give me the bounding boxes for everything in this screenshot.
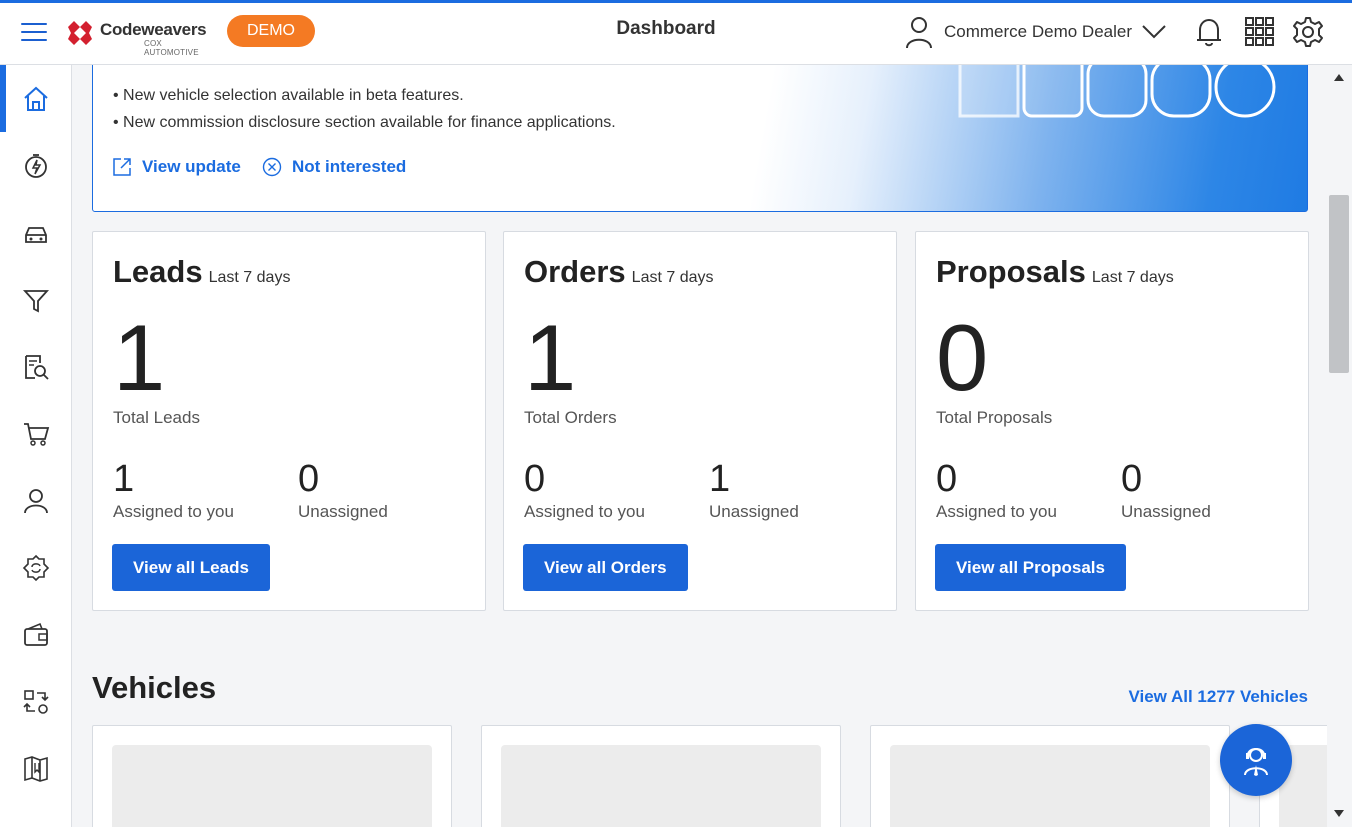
lightning-gauge-icon xyxy=(25,153,47,178)
scroll-up-arrow-icon[interactable] xyxy=(1334,74,1344,81)
car-icon xyxy=(25,226,47,243)
unassigned-label: Unassigned xyxy=(709,502,799,521)
unassigned-count: 1 xyxy=(709,458,731,500)
codeweavers-logo[interactable]: Codeweavers COX AUTOMOTIVE xyxy=(66,17,216,57)
app-grid-icon[interactable] xyxy=(1244,16,1276,48)
sidebar-item-vehicles[interactable] xyxy=(0,199,72,266)
card-title: Proposals Last 7 days xyxy=(936,254,1174,290)
view-all-orders-button[interactable]: View all Orders xyxy=(523,544,688,591)
leads-card: Leads Last 7 days 1 Total Leads 1 Assigne… xyxy=(92,231,486,611)
banner-line-2: • New commission disclosure section avai… xyxy=(113,114,616,131)
sidebar-item-home[interactable] xyxy=(0,65,72,132)
vehicle-image-placeholder xyxy=(890,745,1210,827)
sidebar-item-performance[interactable] xyxy=(0,132,72,199)
vehicles-section-title: Vehicles xyxy=(92,670,217,705)
close-circle-icon xyxy=(262,157,282,177)
unassigned-count: 0 xyxy=(298,458,320,500)
map-icon xyxy=(24,755,48,782)
total-count: 1 xyxy=(113,305,166,410)
view-update-label: View update xyxy=(142,157,241,176)
page-title: Dashboard xyxy=(616,18,716,39)
unassigned-label: Unassigned xyxy=(298,502,388,521)
orders-card: Orders Last 7 days 1 Total Orders 0 Assig… xyxy=(503,231,897,611)
assigned-label: Assigned to you xyxy=(936,502,1057,521)
update-banner: • New vehicle selection available in bet… xyxy=(92,65,1308,212)
card-period: Last 7 days xyxy=(631,269,714,286)
funnel-icon xyxy=(22,289,50,312)
scroll-thumb[interactable] xyxy=(1329,195,1349,373)
banner-decoration-icon xyxy=(958,65,1276,118)
not-interested-link[interactable]: Not interested xyxy=(262,157,406,177)
assigned-count: 0 xyxy=(936,458,958,500)
card-title: Orders Last 7 days xyxy=(524,254,714,290)
sidebar xyxy=(0,65,72,827)
vehicle-card[interactable] xyxy=(92,725,452,827)
chevron-down-icon xyxy=(1142,25,1166,39)
view-update-link[interactable]: View update xyxy=(112,157,241,177)
card-title: Leads Last 7 days xyxy=(113,254,290,290)
users-icon xyxy=(24,488,48,513)
user-menu[interactable]: Commerce Demo Dealer xyxy=(904,15,1166,49)
demo-badge: DEMO xyxy=(227,15,315,47)
total-label: Total Orders xyxy=(524,408,617,427)
sidebar-item-customers[interactable] xyxy=(0,467,72,534)
card-title-text: Proposals xyxy=(936,254,1086,289)
view-all-proposals-button[interactable]: View all Proposals xyxy=(935,544,1126,591)
card-title-text: Orders xyxy=(524,254,626,289)
banner-line-1: • New vehicle selection available in bet… xyxy=(113,87,464,104)
swap-icon xyxy=(23,689,49,714)
total-label: Total Leads xyxy=(113,408,200,427)
proposals-card: Proposals Last 7 days 0 Total Proposals 0… xyxy=(915,231,1309,611)
sidebar-item-finance[interactable] xyxy=(0,601,72,668)
user-icon xyxy=(906,17,932,49)
settings-gear-icon[interactable] xyxy=(1292,16,1324,48)
refresh-badge-icon xyxy=(22,554,50,581)
assigned-label: Assigned to you xyxy=(113,502,234,521)
wallet-icon xyxy=(24,622,48,646)
sidebar-item-integrations[interactable] xyxy=(0,668,72,735)
notifications-bell-icon[interactable] xyxy=(1193,16,1225,48)
total-count: 1 xyxy=(524,305,577,410)
total-label: Total Proposals xyxy=(936,408,1053,427)
page-scrollbar[interactable] xyxy=(1327,65,1352,827)
total-count: 0 xyxy=(936,305,989,410)
document-search-icon xyxy=(25,354,49,380)
assigned-count: 0 xyxy=(524,458,546,500)
logo-subtitle: COX AUTOMOTIVE xyxy=(144,39,199,57)
unassigned-count: 0 xyxy=(1121,458,1143,500)
view-all-vehicles-link[interactable]: View All 1277 Vehicles xyxy=(1128,687,1308,707)
not-interested-label: Not interested xyxy=(292,157,407,176)
card-period: Last 7 days xyxy=(1091,269,1174,286)
view-all-leads-button[interactable]: View all Leads xyxy=(112,544,270,591)
hamburger-menu-icon[interactable] xyxy=(21,23,47,43)
sidebar-item-orders[interactable] xyxy=(0,400,72,467)
vehicle-card[interactable] xyxy=(870,725,1230,827)
vehicle-card[interactable] xyxy=(481,725,841,827)
card-title-text: Leads xyxy=(113,254,203,289)
sidebar-item-funnel[interactable] xyxy=(0,266,72,333)
app-header: Codeweavers COX AUTOMOTIVE DEMO Dashboar… xyxy=(0,3,1352,65)
support-chat-button[interactable] xyxy=(1220,724,1292,796)
sidebar-item-search-documents[interactable] xyxy=(0,333,72,400)
sidebar-item-part-exchange[interactable] xyxy=(0,534,72,601)
assigned-label: Assigned to you xyxy=(524,502,645,521)
logo-name: Codeweavers xyxy=(100,20,207,39)
card-period: Last 7 days xyxy=(208,269,291,286)
assigned-count: 1 xyxy=(113,458,135,500)
home-icon xyxy=(24,86,48,111)
scroll-down-arrow-icon[interactable] xyxy=(1334,810,1344,817)
vehicle-image-placeholder xyxy=(501,745,821,827)
unassigned-label: Unassigned xyxy=(1121,502,1211,521)
sidebar-item-guides[interactable] xyxy=(0,735,72,802)
user-name: Commerce Demo Dealer xyxy=(944,22,1132,41)
cart-icon xyxy=(24,422,50,446)
logo-mark-icon xyxy=(68,21,92,45)
main-content: • New vehicle selection available in bet… xyxy=(73,65,1327,827)
vehicle-image-placeholder xyxy=(112,745,432,827)
external-link-icon xyxy=(113,158,131,176)
support-agent-icon xyxy=(1244,748,1268,776)
